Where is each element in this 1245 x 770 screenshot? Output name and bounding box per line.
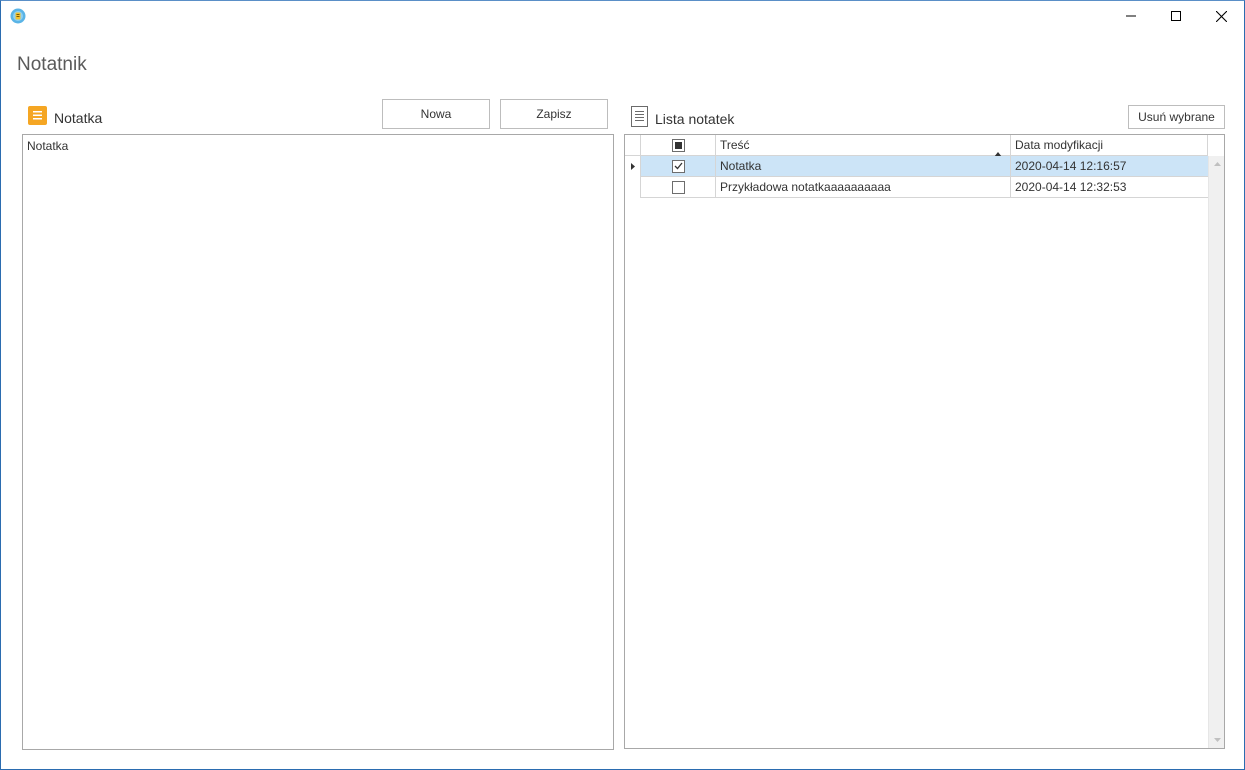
row-modified-cell[interactable]: 2020-04-14 12:16:57 [1011,156,1208,177]
maximize-icon [1171,11,1181,21]
new-note-button[interactable]: Nowa [382,99,490,129]
notes-grid[interactable]: Treść Data modyfikacji Notatka 2020-04-1… [624,134,1225,749]
select-all-checkbox[interactable] [671,139,685,152]
scroll-down-icon [1213,738,1221,742]
column-header-content[interactable]: Treść [716,135,1011,157]
grid-header: Treść Data modyfikacji [625,135,1224,157]
row-content-cell[interactable]: Przykładowa notatkaaaaaaaaaa [716,177,1011,198]
note-editor[interactable]: Notatka [22,134,614,750]
row-indicator-header [625,135,641,156]
checkmark-icon [674,162,683,170]
close-button[interactable] [1198,1,1244,31]
table-row[interactable]: Notatka 2020-04-14 12:16:57 [625,156,1208,177]
row-indicator [625,177,641,198]
minimize-button[interactable] [1108,1,1154,31]
delete-selected-button[interactable]: Usuń wybrane [1128,105,1225,129]
note-icon [28,106,47,130]
current-row-arrow-icon [630,163,635,170]
row-checkbox-cell[interactable] [641,177,716,198]
document-icon [631,106,648,132]
row-content-cell[interactable]: Notatka [716,156,1011,177]
scroll-up-icon [1213,162,1221,166]
column-header-modified-label: Data modyfikacji [1015,138,1104,152]
row-checkbox-cell[interactable] [641,156,716,177]
maximize-button[interactable] [1153,1,1199,31]
page-title: Notatnik [17,54,87,75]
title-bar[interactable] [1,1,1244,31]
row-modified-cell[interactable]: 2020-04-14 12:32:53 [1011,177,1208,198]
note-panel-header: Notatka [28,106,102,130]
scroll-corner [1208,135,1224,156]
close-icon [1215,10,1227,22]
vertical-scrollbar[interactable] [1208,156,1224,748]
row-checkbox[interactable] [671,159,685,173]
app-window: Notatnik Notatka Nowa Zapisz Notatka Lis… [0,0,1245,770]
minimize-icon [1126,15,1136,17]
list-panel-header: Lista notatek [631,106,734,132]
scroll-up-button[interactable] [1209,156,1224,172]
app-logo-icon[interactable] [10,8,26,24]
save-note-button[interactable]: Zapisz [500,99,608,129]
column-header-modified[interactable]: Data modyfikacji [1011,135,1208,156]
row-checkbox[interactable] [671,180,685,194]
scroll-down-button[interactable] [1209,732,1224,748]
note-panel-label: Notatka [54,110,103,126]
current-row-indicator [625,156,641,177]
select-all-cell[interactable] [641,135,716,156]
column-header-content-label: Treść [720,138,750,152]
table-row[interactable]: Przykładowa notatkaaaaaaaaaa 2020-04-14 … [625,177,1208,198]
list-panel-label: Lista notatek [655,111,735,127]
